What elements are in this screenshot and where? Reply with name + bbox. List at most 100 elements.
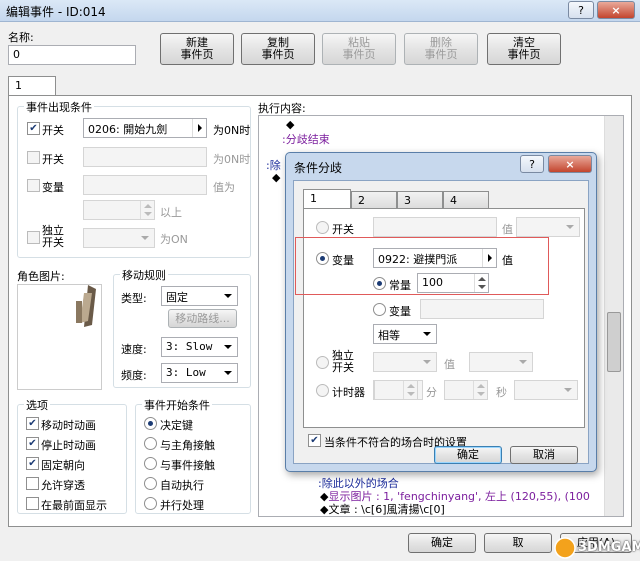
direction-fix-label: 固定朝向 (41, 459, 85, 472)
dlg-var-compare-select[interactable] (420, 299, 544, 319)
dialog-tab-3[interactable]: 3 (397, 191, 443, 209)
code-line[interactable]: ◆文章 : \c[6]風清揚\c[0] (320, 501, 445, 517)
trigger-action-radio[interactable] (144, 417, 157, 430)
always-on-top-label: 在最前面显示 (41, 499, 107, 512)
name-input[interactable]: 0 (8, 45, 136, 65)
self-switch-checkbox[interactable] (27, 231, 40, 244)
dlg-self-switch-value-label: 值 (444, 358, 455, 371)
trigger-autorun-label: 自动执行 (160, 479, 204, 492)
code-line[interactable]: ◆ (272, 171, 280, 184)
dlg-timer-min-label: 分 (426, 386, 437, 399)
freq-select[interactable]: 3: Low (161, 363, 238, 383)
dlg-timer-radio[interactable] (316, 384, 329, 397)
dlg-var-compare-radio[interactable] (373, 303, 386, 316)
move-route-button[interactable]: 移动路线... (168, 309, 237, 328)
variable-checkbox[interactable] (27, 179, 40, 192)
dlg-timer-label: 计时器 (332, 386, 365, 399)
variable-select[interactable] (83, 175, 207, 195)
dlg-else-checkbox[interactable]: ✔ (308, 434, 321, 447)
trigger-autorun-radio[interactable] (144, 477, 157, 490)
dlg-var-compare-label: 变量 (389, 305, 411, 318)
copy-page-button[interactable]: 复制 事件页 (241, 33, 315, 65)
clear-page-button[interactable]: 清空 事件页 (487, 33, 561, 65)
delete-page-button[interactable]: 删除 事件页 (404, 33, 478, 65)
cancel-button[interactable]: 取 (484, 533, 552, 553)
dlg-self-switch-radio[interactable] (316, 356, 329, 369)
dialog-tab-2[interactable]: 2 (351, 191, 397, 209)
dlg-switch-value-label: 值 (502, 223, 513, 236)
conditions-title: 事件出现条件 (24, 99, 94, 115)
paste-page-button[interactable]: 粘贴 事件页 (322, 33, 396, 65)
dlg-variable-value-label: 值 (502, 254, 513, 267)
spinner-icon[interactable] (403, 381, 417, 399)
walk-anim-label: 移动时动画 (41, 419, 96, 432)
dlg-variable-radio[interactable] (316, 252, 329, 265)
chevron-right-icon[interactable] (192, 119, 206, 137)
dlg-switch-select[interactable] (373, 217, 497, 237)
walk-anim-checkbox[interactable]: ✔ (26, 417, 39, 430)
dlg-self-switch-select[interactable] (373, 352, 437, 372)
graphic-label: 角色图片: (17, 270, 65, 283)
dlg-switch-value-select[interactable] (516, 217, 580, 237)
code-line[interactable]: :分歧结束 (282, 131, 330, 147)
dialog-tab-1[interactable]: 1 (303, 189, 351, 209)
dialog-title: 条件分歧 (294, 161, 343, 175)
switch2-label: 开关 (42, 153, 64, 166)
title-bar: 编辑事件 - ID:014 ? × (0, 0, 640, 22)
direction-fix-checkbox[interactable]: ✔ (26, 457, 39, 470)
switch2-checkbox[interactable] (27, 151, 40, 164)
window-title: 编辑事件 - ID:014 (6, 5, 106, 19)
spinner-icon[interactable] (473, 381, 487, 399)
trigger-action-label: 决定键 (160, 419, 193, 432)
dlg-variable-select[interactable]: 0922: 避撲門派 (373, 248, 497, 268)
trigger-title: 事件开始条件 (142, 397, 212, 413)
self-switch-select[interactable] (83, 228, 155, 248)
code-line[interactable]: ◆ (286, 118, 294, 131)
dialog-close-button[interactable]: × (548, 155, 592, 173)
ok-button[interactable]: 确定 (408, 533, 476, 553)
condition-branch-dialog: 条件分歧 ? × 1 2 3 4 开关 值 变量 0922: 避撲門派 值 常量… (285, 152, 597, 472)
dlg-self-switch-value-select[interactable] (469, 352, 533, 372)
watermark: 3DMGAME (554, 537, 640, 559)
trigger-player-touch-radio[interactable] (144, 437, 157, 450)
switch1-checkbox[interactable]: ✔ (27, 122, 40, 135)
step-anim-checkbox[interactable]: ✔ (26, 437, 39, 450)
dlg-ok-button[interactable]: 确定 (434, 446, 502, 464)
dlg-compare-op-select[interactable]: 相等 (373, 324, 437, 344)
watermark-logo-icon (554, 537, 576, 559)
dialog-help-button[interactable]: ? (520, 155, 544, 173)
dlg-switch-label: 开关 (332, 223, 354, 236)
name-label: 名称: (8, 31, 34, 44)
dlg-timer-type-select[interactable] (514, 380, 578, 400)
spinner-icon[interactable] (140, 201, 154, 219)
switch2-select[interactable] (83, 147, 207, 167)
dialog-tab-4[interactable]: 4 (443, 191, 489, 209)
variable-label: 变量 (42, 181, 64, 194)
dlg-switch-radio[interactable] (316, 221, 329, 234)
through-checkbox[interactable] (26, 477, 39, 490)
self-switch-label: 独立 开关 (42, 224, 64, 249)
character-graphic[interactable] (17, 284, 102, 390)
contents-scrollbar[interactable] (604, 116, 623, 516)
trigger-parallel-radio[interactable] (144, 497, 157, 510)
help-button[interactable]: ? (568, 1, 594, 19)
speed-select[interactable]: 3: Slow (161, 337, 238, 357)
contents-label: 执行内容: (258, 102, 306, 115)
dlg-variable-label: 变量 (332, 254, 354, 267)
new-page-button[interactable]: 新建 事件页 (160, 33, 234, 65)
close-button[interactable]: × (597, 1, 635, 19)
speed-label: 速度: (121, 343, 147, 356)
variable-above-label: 以上 (160, 206, 182, 219)
switch1-suffix: 为0N时 (213, 124, 251, 137)
scrollbar-thumb[interactable] (607, 312, 621, 372)
trigger-event-touch-radio[interactable] (144, 457, 157, 470)
chevron-right-icon[interactable] (482, 249, 496, 267)
dlg-cancel-button[interactable]: 取消 (510, 446, 578, 464)
trigger-parallel-label: 并行处理 (160, 499, 204, 512)
always-on-top-checkbox[interactable] (26, 497, 39, 510)
type-select[interactable]: 固定 (161, 286, 238, 306)
spinner-icon[interactable] (474, 274, 488, 292)
page-tab-1[interactable]: 1 (8, 76, 56, 96)
switch1-select[interactable]: 0206: 開始九劍 (83, 118, 207, 138)
dlg-constant-radio[interactable] (373, 277, 386, 290)
